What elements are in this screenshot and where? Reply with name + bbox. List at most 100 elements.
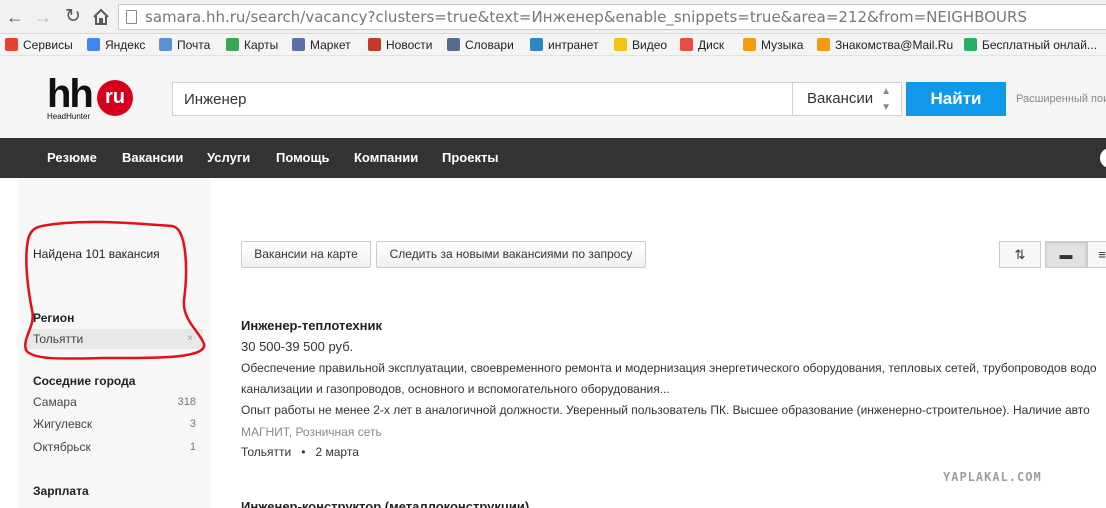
salary-title: Зарплата [33, 484, 89, 498]
bookmark-item[interactable]: Яндекс [87, 34, 146, 55]
url-input[interactable]: samara.hh.ru/search/vacancy?clusters=tru… [118, 4, 1106, 30]
search-type-value: Вакансии [807, 90, 874, 107]
watermark: YAPLAKAL.COM [943, 470, 1042, 484]
bookmark-label: Словари [465, 38, 514, 52]
page-icon [126, 10, 137, 24]
menu-item-help[interactable]: Помощь [276, 138, 329, 178]
site-header: hh ru HeadHunter Вакансии ▲▼ Найти Расши… [0, 56, 1106, 138]
menu-item-vacancies[interactable]: Вакансии [122, 138, 183, 178]
logo-subtitle: HeadHunter [47, 112, 91, 121]
menu-item-companies[interactable]: Компании [354, 138, 418, 178]
bookmark-label: Знакомства@Mail.Ru [835, 38, 954, 52]
meta-separator: • [294, 445, 313, 459]
logo-text: hh [47, 72, 94, 116]
advanced-search-link[interactable]: Расширенный поиск [1016, 93, 1106, 105]
filters-sidebar: Найдена 101 вакансия Регион Тольятти × С… [18, 178, 210, 508]
vacancy-meta: Тольятти • 2 марта [241, 445, 359, 459]
neighbor-name: Октябрьск [33, 440, 91, 454]
bookmark-item[interactable]: Новости [368, 34, 433, 55]
neighbor-name: Самара [33, 395, 77, 409]
remove-filter-icon[interactable]: × [187, 329, 193, 349]
sort-icon[interactable]: ⇅ [999, 241, 1041, 268]
bookmark-label: Карты [244, 38, 279, 52]
neighbor-count: 318 [177, 396, 196, 408]
vacancy-title[interactable]: Инженер-теплотехник [241, 318, 382, 333]
bookmark-icon [743, 38, 756, 51]
bookmark-item[interactable]: Диск [680, 34, 724, 55]
bookmark-item[interactable]: Видео [614, 34, 668, 55]
user-avatar-icon[interactable] [1100, 148, 1106, 168]
neighbor-item[interactable]: Самара 318 [26, 392, 203, 412]
bookmark-item[interactable]: Маркет [292, 34, 351, 55]
neighbor-count: 3 [189, 418, 196, 430]
vacancy-city: Тольятти [241, 445, 292, 459]
bookmark-label: Сервисы [23, 38, 73, 52]
menu-item-projects[interactable]: Проекты [442, 138, 498, 178]
bookmark-icon [614, 38, 627, 51]
search-input[interactable] [172, 82, 792, 116]
menu-item-resume[interactable]: Резюме [47, 138, 97, 178]
home-icon[interactable] [90, 6, 112, 28]
list-view-icon[interactable]: ▬ [1045, 241, 1087, 268]
neighbor-count: 1 [189, 441, 196, 453]
url-path: /search/vacancy?clusters=true&text=Инжен… [245, 8, 1027, 26]
bookmark-item[interactable]: Словари [447, 34, 514, 55]
bookmark-label: Видео [632, 38, 668, 52]
bookmark-icon [292, 38, 305, 51]
forward-arrow-icon[interactable]: → [32, 6, 54, 28]
find-button[interactable]: Найти [906, 82, 1006, 116]
region-selected[interactable]: Тольятти × [26, 329, 203, 349]
bookmark-item[interactable]: Музыка [743, 34, 804, 55]
vacancy-requirements: Опыт работы не менее 2-х лет в аналогичн… [241, 403, 1090, 417]
bookmark-icon [159, 38, 172, 51]
neighbor-name: Жигулевск [33, 417, 93, 431]
vacancy-description: канализации и газопроводов, основного и … [241, 382, 670, 396]
snippet-view-icon[interactable]: ≡ [1087, 241, 1106, 268]
menu-item-services[interactable]: Услуги [207, 138, 250, 178]
bookmark-label: Бесплатный онлай... [982, 38, 1097, 52]
vacancy-description: Обеспечение правильной эксплуатации, сво… [241, 361, 1097, 375]
bookmark-item[interactable]: Бесплатный онлай... [964, 34, 1097, 55]
vacancies-map-button[interactable]: Вакансии на карте [241, 241, 371, 268]
bookmark-icon [226, 38, 239, 51]
bookmark-item[interactable]: Знакомства@Mail.Ru [817, 34, 954, 55]
bookmark-icon [87, 38, 100, 51]
bookmark-item[interactable]: Карты [226, 34, 279, 55]
bookmark-icon [680, 38, 693, 51]
vacancy-title[interactable]: Инженер-конструктор (металлоконструкции) [241, 499, 529, 508]
search-type-select[interactable]: Вакансии ▲ ▼ [792, 82, 902, 116]
subscribe-button[interactable]: Следить за новыми вакансиями по запросу [376, 241, 646, 268]
bookmark-item[interactable]: Почта [159, 34, 211, 55]
region-selected-label: Тольятти [33, 332, 84, 346]
url-host: samara.hh.ru [145, 8, 246, 26]
bookmark-label: Почта [177, 38, 211, 52]
bookmark-icon [447, 38, 460, 51]
bookmark-label: интранет [548, 38, 599, 52]
vacancy-date: 2 марта [315, 445, 359, 459]
neighbor-item[interactable]: Октябрьск 1 [26, 437, 203, 457]
region-title: Регион [33, 311, 75, 325]
logo-badge: ru [97, 80, 133, 116]
bookmark-icon [368, 38, 381, 51]
select-arrows-icon: ▲ ▼ [881, 86, 891, 113]
hh-logo[interactable]: hh ru HeadHunter [47, 72, 137, 122]
found-count: Найдена 101 вакансия [33, 247, 160, 261]
back-arrow-icon[interactable]: ← [4, 6, 26, 28]
bookmark-item[interactable]: интранет [530, 34, 599, 55]
bookmark-label: Маркет [310, 38, 351, 52]
neighbors-title: Соседние города [33, 374, 136, 388]
bookmark-icon [964, 38, 977, 51]
main-menu: Резюме Вакансии Услуги Помощь Компании П… [0, 138, 1106, 178]
bookmark-icon [530, 38, 543, 51]
bookmark-label: Новости [386, 38, 433, 52]
browser-toolbar: ← → ↻ samara.hh.ru/search/vacancy?cluste… [0, 0, 1106, 34]
reload-icon[interactable]: ↻ [62, 6, 84, 28]
neighbor-item[interactable]: Жигулевск 3 [26, 414, 203, 434]
bookmark-label: Музыка [761, 38, 804, 52]
bookmarks-bar: Сервисы Яндекс Почта Карты Маркет Новости Слов… [0, 34, 1106, 56]
bookmark-label: Яндекс [105, 38, 146, 52]
vacancy-company[interactable]: МАГНИТ, Розничная сеть [241, 425, 382, 439]
bookmark-item[interactable]: Сервисы [5, 34, 73, 55]
vacancy-salary: 30 500-39 500 руб. [241, 339, 354, 354]
bookmark-icon [817, 38, 830, 51]
